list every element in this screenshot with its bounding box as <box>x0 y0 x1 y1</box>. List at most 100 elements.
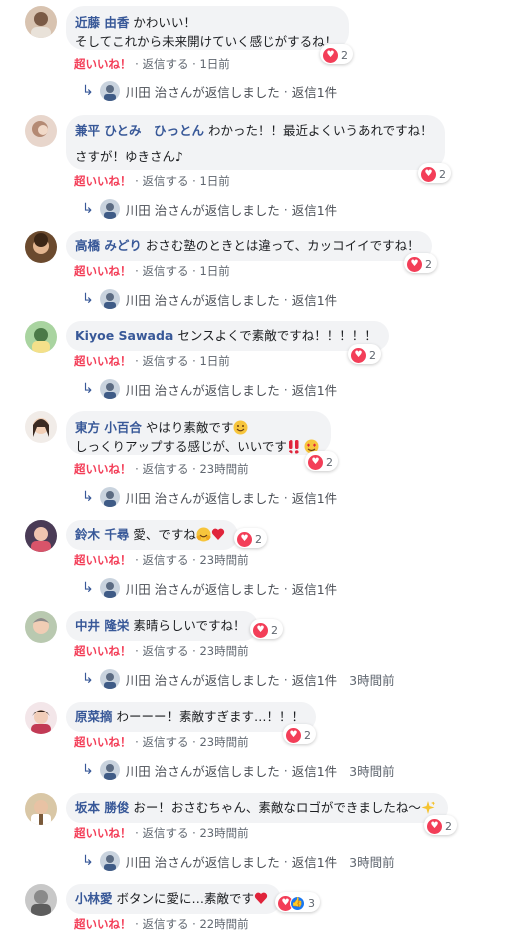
reaction-summary[interactable]: ♥ 2 <box>234 528 267 548</box>
replier-text[interactable]: 川田 治さんが返信しました <box>126 579 280 598</box>
reply-button[interactable]: 返信する <box>142 57 188 71</box>
reply-time[interactable]: 3時間前 <box>349 852 394 871</box>
replier-text[interactable]: 川田 治さんが返信しました <box>126 290 280 309</box>
super-like-button[interactable]: 超いいね！ <box>74 826 132 840</box>
replier-text[interactable]: 川田 治さんが返信しました <box>126 761 280 780</box>
super-like-button[interactable]: 超いいね！ <box>74 644 132 658</box>
reaction-summary[interactable]: ♥ 2 <box>320 44 353 64</box>
reply-button[interactable]: 返信する <box>142 917 188 931</box>
reaction-summary[interactable]: ♥ 2 <box>250 619 283 639</box>
reply-count[interactable]: 返信1件 <box>292 200 337 219</box>
reply-count[interactable]: 返信1件 <box>292 488 337 507</box>
reply-button[interactable]: 返信する <box>142 264 188 278</box>
comment-time[interactable]: 1日前 <box>199 174 229 188</box>
comment-author[interactable]: 兼平 ひとみ ひっとん <box>75 123 204 138</box>
comment-time[interactable]: 23時間前 <box>199 826 248 840</box>
comment-time[interactable]: 1日前 <box>199 57 229 71</box>
super-like-button[interactable]: 超いいね！ <box>74 264 132 278</box>
comment-author[interactable]: 高橋 みどり <box>75 238 142 253</box>
comment-actions: 超いいね！ · 返信する · 1日前 <box>74 263 230 279</box>
reply-count[interactable]: 返信1件 <box>292 82 337 101</box>
comment-time[interactable]: 23時間前 <box>199 553 248 567</box>
reply-summary[interactable]: ↳ 川田 治さんが返信しました · 返信1件 <box>82 379 337 399</box>
reply-count[interactable]: 返信1件 <box>292 290 337 309</box>
avatar[interactable] <box>25 702 57 734</box>
comment-author[interactable]: 坂本 勝俊 <box>75 800 129 815</box>
super-like-button[interactable]: 超いいね！ <box>74 735 132 749</box>
comment-time[interactable]: 23時間前 <box>199 735 248 749</box>
avatar[interactable] <box>25 321 57 353</box>
reply-summary[interactable]: ↳ 川田 治さんが返信しました · 返信1件 <box>82 578 337 598</box>
avatar[interactable] <box>25 411 57 443</box>
reply-count[interactable]: 返信1件 <box>292 670 337 689</box>
comment-author[interactable]: Kiyoe Sawada <box>75 328 173 343</box>
reply-summary[interactable]: ↳ 川田 治さんが返信しました · 返信1件 3時間前 <box>82 669 395 689</box>
reply-summary[interactable]: ↳ 川田 治さんが返信しました · 返信1件 3時間前 <box>82 760 395 780</box>
avatar[interactable] <box>25 115 57 147</box>
comment-author[interactable]: 原菜摘 <box>75 709 113 724</box>
reply-button[interactable]: 返信する <box>142 735 188 749</box>
reaction-count: 2 <box>304 728 311 742</box>
comment-time[interactable]: 23時間前 <box>199 644 248 658</box>
comment-time[interactable]: 23時間前 <box>199 462 248 476</box>
reaction-summary[interactable]: ♥ 2 <box>418 163 451 183</box>
super-like-button[interactable]: 超いいね！ <box>74 462 132 476</box>
reaction-summary[interactable]: ♥ 2 <box>305 451 338 471</box>
reaction-summary[interactable]: ♥ 👍 3 <box>275 892 320 912</box>
separator: · <box>192 174 196 188</box>
replier-text[interactable]: 川田 治さんが返信しました <box>126 200 280 219</box>
reply-button[interactable]: 返信する <box>142 826 188 840</box>
comment-time[interactable]: 1日前 <box>199 264 229 278</box>
reply-summary[interactable]: ↳ 川田 治さんが返信しました · 返信1件 <box>82 289 337 309</box>
comment-author[interactable]: 小林愛 <box>75 891 113 906</box>
separator: · <box>135 174 139 188</box>
reaction-summary[interactable]: ♥ 2 <box>424 815 457 835</box>
reply-summary[interactable]: ↳ 川田 治さんが返信しました · 返信1件 <box>82 487 337 507</box>
comment-author[interactable]: 近藤 由香 <box>75 15 129 30</box>
reaction-summary[interactable]: ♥ 2 <box>348 344 381 364</box>
separator: · <box>135 735 139 749</box>
like-icon: 👍 <box>290 895 305 911</box>
reply-button[interactable]: 返信する <box>142 174 188 188</box>
comment-time[interactable]: 1日前 <box>199 354 229 368</box>
avatar[interactable] <box>25 793 57 825</box>
reply-button[interactable]: 返信する <box>142 462 188 476</box>
avatar[interactable] <box>25 6 57 38</box>
comment-actions: 超いいね！ · 返信する · 1日前 <box>74 173 230 189</box>
reply-button[interactable]: 返信する <box>142 644 188 658</box>
reaction-summary[interactable]: ♥ 2 <box>283 724 316 744</box>
avatar[interactable] <box>25 231 57 263</box>
reply-count[interactable]: 返信1件 <box>292 761 337 780</box>
reply-summary[interactable]: ↳ 川田 治さんが返信しました · 返信1件 <box>82 81 337 101</box>
reply-count[interactable]: 返信1件 <box>292 380 337 399</box>
super-like-button[interactable]: 超いいね！ <box>74 354 132 368</box>
super-like-button[interactable]: 超いいね！ <box>74 917 132 931</box>
replier-text[interactable]: 川田 治さんが返信しました <box>126 380 280 399</box>
reaction-summary[interactable]: ♥ 2 <box>404 253 437 273</box>
avatar[interactable] <box>25 520 57 552</box>
reply-summary[interactable]: ↳ 川田 治さんが返信しました · 返信1件 <box>82 199 337 219</box>
comment-author[interactable]: 鈴木 千尋 <box>75 527 129 542</box>
replier-text[interactable]: 川田 治さんが返信しました <box>126 488 280 507</box>
super-like-button[interactable]: 超いいね！ <box>74 57 132 71</box>
avatar[interactable] <box>25 884 57 916</box>
reply-count[interactable]: 返信1件 <box>292 852 337 871</box>
reply-summary[interactable]: ↳ 川田 治さんが返信しました · 返信1件 3時間前 <box>82 851 395 871</box>
comment-thread: 近藤 由香 かわいい！ そしてこれから未来開けていく感じがするね！ ♥ 2 超いい… <box>0 0 522 943</box>
replier-text[interactable]: 川田 治さんが返信しました <box>126 852 280 871</box>
reply-time[interactable]: 3時間前 <box>349 670 394 689</box>
reaction-count: 2 <box>271 623 278 637</box>
replier-text[interactable]: 川田 治さんが返信しました <box>126 670 280 689</box>
comment-author[interactable]: 中井 隆栄 <box>75 618 129 633</box>
comment-time[interactable]: 22時間前 <box>199 917 248 931</box>
reply-time[interactable]: 3時間前 <box>349 761 394 780</box>
super-like-button[interactable]: 超いいね！ <box>74 553 132 567</box>
super-like-button[interactable]: 超いいね！ <box>74 174 132 188</box>
comment-author[interactable]: 東方 小百合 <box>75 420 142 435</box>
reply-button[interactable]: 返信する <box>142 553 188 567</box>
reply-count[interactable]: 返信1件 <box>292 579 337 598</box>
replier-text[interactable]: 川田 治さんが返信しました <box>126 82 280 101</box>
avatar[interactable] <box>25 611 57 643</box>
reply-button[interactable]: 返信する <box>142 354 188 368</box>
separator: · <box>135 826 139 840</box>
